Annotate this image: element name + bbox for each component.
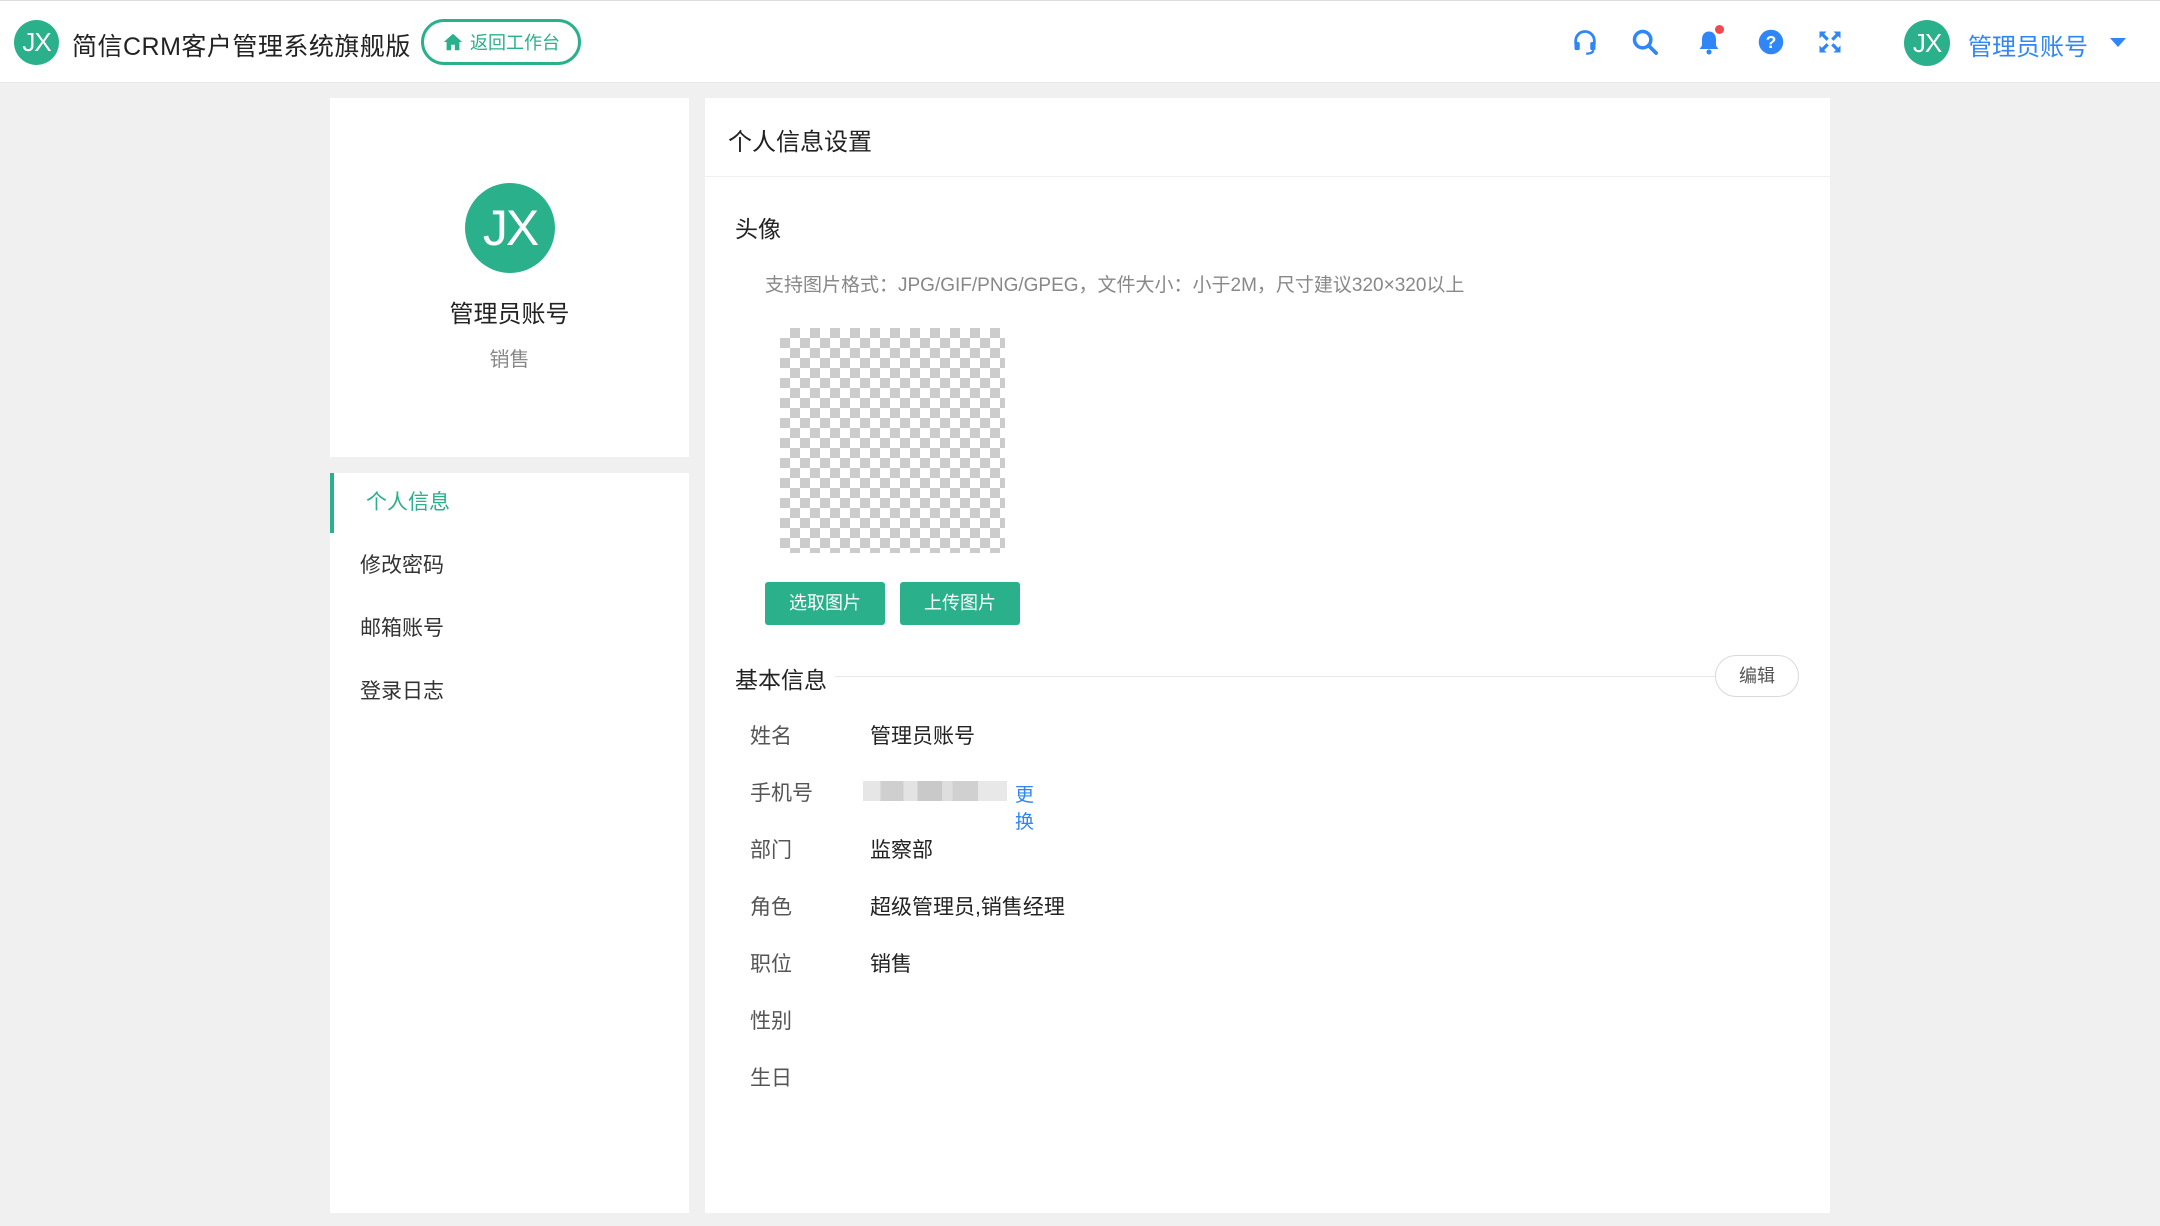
- edit-button[interactable]: 编辑: [1715, 655, 1799, 697]
- field-value: 超级管理员,销售经理: [870, 896, 1065, 919]
- field-label: 部门: [750, 839, 792, 862]
- field-label: 手机号: [750, 782, 813, 805]
- profile-avatar: JX: [465, 183, 555, 273]
- page-title: 个人信息设置: [728, 129, 872, 156]
- select-image-button[interactable]: 选取图片: [765, 582, 885, 625]
- profile-name: 管理员账号: [449, 301, 570, 328]
- headset-icon[interactable]: [1570, 27, 1600, 57]
- basic-info-title: 基本信息: [735, 661, 835, 695]
- notification-dot: [1715, 25, 1724, 34]
- menu-item-login-log[interactable]: 登录日志: [330, 662, 689, 722]
- field-value: 销售: [870, 953, 912, 976]
- help-icon[interactable]: ?: [1756, 27, 1786, 57]
- home-icon: [443, 33, 463, 51]
- field-label: 生日: [750, 1067, 792, 1090]
- user-menu-name[interactable]: 管理员账号: [1968, 27, 2088, 62]
- phone-number-masked: [863, 781, 1007, 801]
- app-logo: JX: [14, 20, 59, 65]
- field-label: 性别: [750, 1010, 792, 1033]
- fullscreen-icon[interactable]: [1815, 27, 1845, 57]
- profile-role: 销售: [489, 349, 530, 371]
- top-header: JX 简信CRM客户管理系统旗舰版 返回工作台 ? JX 管理员账号: [0, 0, 2160, 83]
- menu-item-email-account[interactable]: 邮箱账号: [330, 599, 689, 659]
- app-title: 简信CRM客户管理系统旗舰版: [72, 33, 411, 61]
- profile-card: JX 管理员账号 销售: [330, 98, 689, 457]
- settings-menu: 个人信息 修改密码 邮箱账号 登录日志: [330, 473, 689, 1213]
- change-phone-link[interactable]: 更换: [1015, 780, 1034, 834]
- field-label: 职位: [750, 953, 792, 976]
- back-to-workbench-button[interactable]: 返回工作台: [421, 19, 581, 65]
- title-divider: [705, 176, 1830, 177]
- avatar-section-title: 头像: [735, 216, 781, 242]
- menu-item-change-password[interactable]: 修改密码: [330, 536, 689, 596]
- user-avatar[interactable]: JX: [1904, 20, 1950, 66]
- field-value: 管理员账号: [870, 725, 975, 748]
- main-content: 个人信息设置 头像 支持图片格式：JPG/GIF/PNG/GPEG，文件大小：小…: [705, 98, 1830, 1213]
- menu-item-personal-info[interactable]: 个人信息: [330, 473, 689, 533]
- avatar-upload-hint: 支持图片格式：JPG/GIF/PNG/GPEG，文件大小：小于2M，尺寸建议32…: [765, 275, 1465, 296]
- section-divider: [735, 676, 1755, 677]
- field-value: 监察部: [870, 839, 933, 862]
- avatar-preview: [780, 328, 1005, 553]
- svg-text:?: ?: [1766, 32, 1777, 52]
- upload-image-button[interactable]: 上传图片: [900, 582, 1020, 625]
- field-label: 角色: [750, 896, 792, 919]
- caret-down-icon[interactable]: [2110, 38, 2126, 47]
- bell-icon[interactable]: [1694, 25, 1724, 57]
- field-label: 姓名: [750, 725, 792, 748]
- search-icon[interactable]: [1630, 27, 1660, 57]
- back-to-workbench-label: 返回工作台: [470, 33, 560, 53]
